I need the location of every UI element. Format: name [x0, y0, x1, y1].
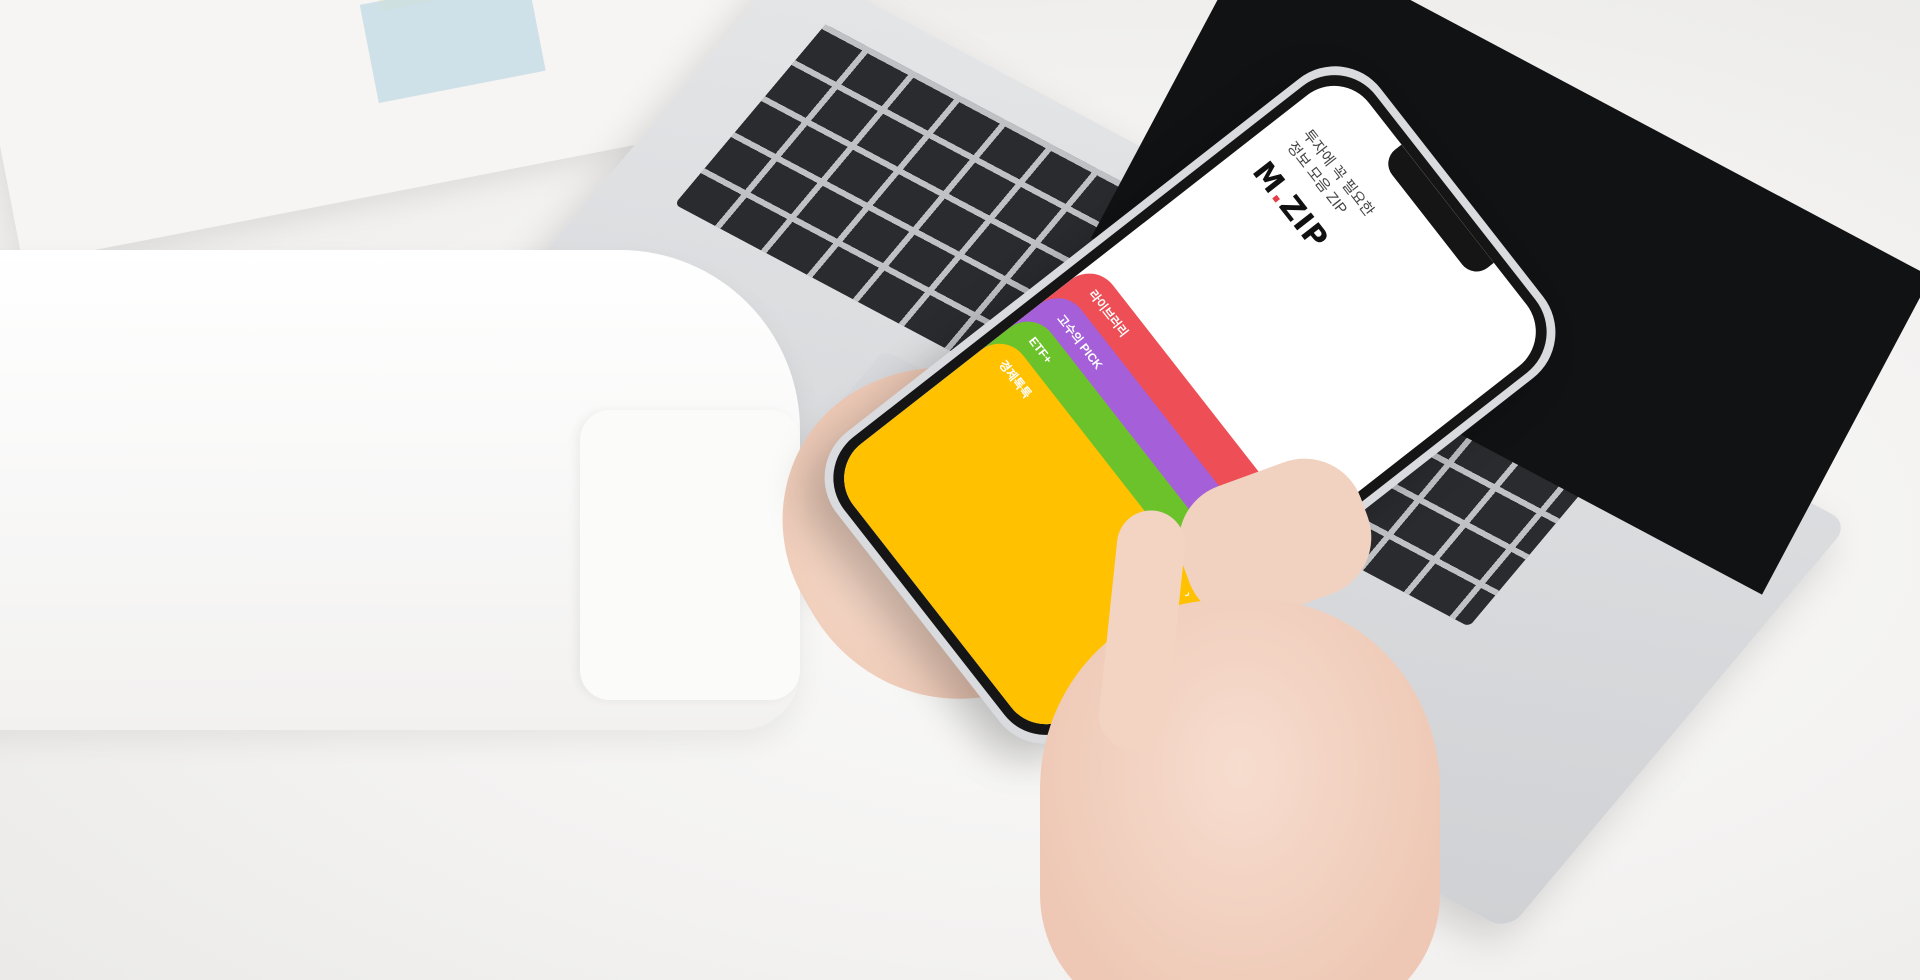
menu-label-etf: ETF+ [1025, 334, 1056, 367]
shirt-cuff [580, 410, 800, 700]
sticky-note-blue [359, 0, 546, 104]
photo-scene: 투자에 꼭 필요한 정보 모음 ZIP M.ZIP 라이브러리 고수의 PICK… [0, 0, 1920, 980]
menu-label-economy-talk: 경제톡톡 [995, 357, 1035, 402]
right-hand [1040, 600, 1440, 980]
